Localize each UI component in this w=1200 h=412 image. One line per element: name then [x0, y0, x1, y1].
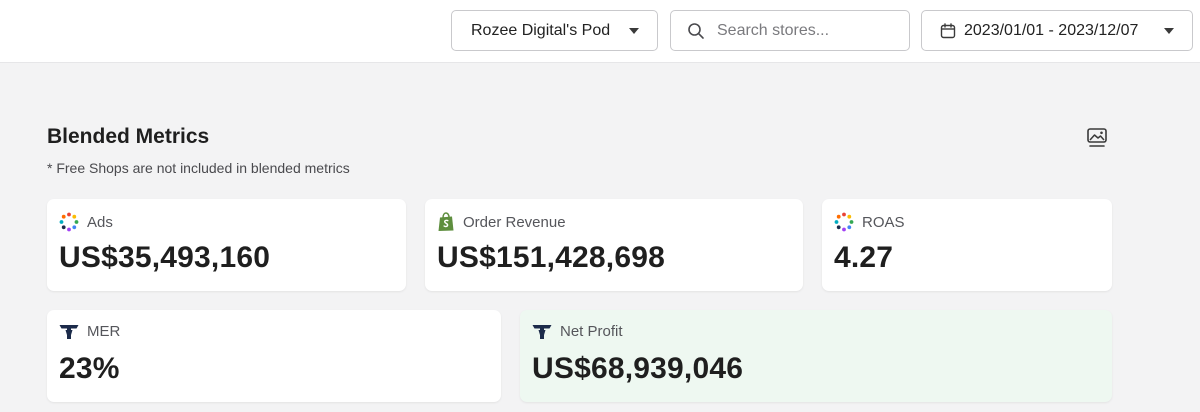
section-title: Blended Metrics — [47, 125, 210, 148]
top-bar: Rozee Digital's Pod 2023/01/01 - 2023/12… — [0, 0, 1200, 63]
caret-down-icon — [629, 28, 639, 34]
metric-value: US$68,939,046 — [532, 352, 744, 385]
metric-card-order-revenue[interactable]: Order Revenue US$151,428,698 — [425, 199, 803, 291]
metric-card-mer[interactable]: MER 23% — [47, 310, 501, 402]
search-icon — [688, 22, 704, 39]
metric-value: 4.27 — [834, 241, 894, 274]
pod-selector-label: Rozee Digital's Pod — [471, 21, 611, 39]
metric-card-net-profit[interactable]: Net Profit US$68,939,046 — [520, 310, 1112, 402]
caret-down-icon — [1164, 28, 1174, 34]
metric-card-header: Net Profit — [532, 323, 623, 340]
brand-logo-icon — [59, 324, 79, 339]
metric-card-header: Order Revenue — [437, 212, 566, 232]
multicolor-dots-icon — [834, 212, 854, 232]
metric-value: US$151,428,698 — [437, 241, 665, 274]
export-image-icon[interactable] — [1086, 127, 1108, 149]
metric-value: US$35,493,160 — [59, 241, 271, 274]
metric-card-ads[interactable]: Ads US$35,493,160 — [47, 199, 406, 291]
metric-card-header: ROAS — [834, 212, 905, 232]
metric-card-roas[interactable]: ROAS 4.27 — [822, 199, 1112, 291]
search-stores-input[interactable] — [717, 21, 897, 40]
date-range-label: 2023/01/01 - 2023/12/07 — [964, 21, 1139, 39]
metric-value: 23% — [59, 352, 120, 385]
metric-label: MER — [87, 323, 121, 340]
metric-card-header: MER — [59, 323, 120, 340]
store-search-box[interactable] — [670, 10, 910, 51]
shopify-bag-icon — [438, 212, 454, 231]
pod-selector-dropdown[interactable]: Rozee Digital's Pod — [451, 10, 658, 51]
metric-label: Net Profit — [560, 323, 623, 340]
date-range-picker[interactable]: 2023/01/01 - 2023/12/07 — [921, 10, 1193, 51]
section-note: * Free Shops are not included in blended… — [47, 160, 350, 176]
multicolor-dots-icon — [59, 212, 79, 232]
brand-logo-icon — [532, 324, 552, 339]
metric-label: ROAS — [862, 213, 905, 231]
metric-card-header: Ads — [59, 212, 113, 232]
metric-label: Order Revenue — [463, 213, 566, 231]
calendar-icon — [940, 22, 956, 38]
metric-label: Ads — [87, 213, 113, 231]
